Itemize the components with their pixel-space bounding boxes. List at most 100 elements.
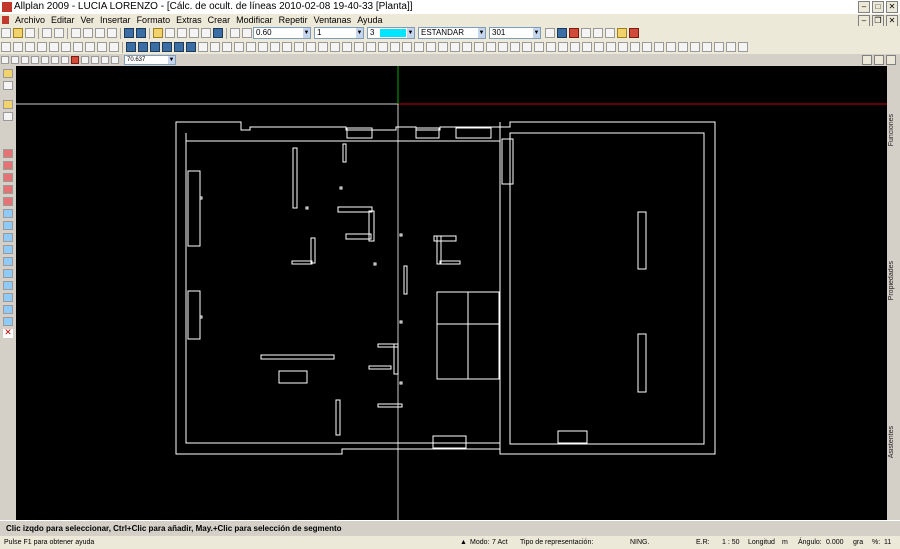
drawing-canvas[interactable]: [16, 66, 887, 520]
pattern-select[interactable]: 301 ▼: [489, 27, 541, 39]
copy-tool-icon[interactable]: [3, 233, 13, 242]
circle-icon[interactable]: [85, 42, 95, 52]
format-painter-icon[interactable]: [107, 28, 117, 38]
line-icon[interactable]: [1, 42, 11, 52]
stair-icon[interactable]: [462, 42, 472, 52]
crosshair-icon[interactable]: [1, 56, 9, 64]
zoom-in-icon[interactable]: [51, 56, 59, 64]
wall-icon[interactable]: [402, 42, 412, 52]
mirror-tool-icon[interactable]: [3, 245, 13, 254]
print-icon[interactable]: [42, 28, 52, 38]
floor-icon[interactable]: [498, 42, 508, 52]
delete-tool-icon[interactable]: ✕: [3, 328, 13, 338]
camera-icon[interactable]: [606, 42, 616, 52]
redo-icon[interactable]: [136, 28, 146, 38]
polyline-icon[interactable]: [25, 42, 35, 52]
zoom-extents-icon[interactable]: [31, 56, 39, 64]
quantity-icon[interactable]: [534, 42, 544, 52]
text-icon[interactable]: [270, 42, 280, 52]
scale-icon[interactable]: [162, 42, 172, 52]
zoom-previous-icon[interactable]: [61, 56, 69, 64]
assistants-tab[interactable]: Asistentes: [888, 426, 895, 458]
line-type-select[interactable]: 1 ▼: [314, 27, 364, 39]
properties-tab[interactable]: Propiedades: [888, 261, 895, 300]
zoom-window-icon[interactable]: [11, 56, 19, 64]
window-icon[interactable]: [189, 28, 199, 38]
paste-icon[interactable]: [95, 28, 105, 38]
offset-icon[interactable]: [186, 42, 196, 52]
modify-format-icon[interactable]: [569, 28, 579, 38]
plan-view-icon[interactable]: [654, 42, 664, 52]
macro-icon[interactable]: [306, 42, 316, 52]
rotate-tool-icon[interactable]: [3, 257, 13, 266]
percent-value[interactable]: 11: [884, 536, 891, 549]
slab-icon[interactable]: [37, 42, 47, 52]
angle-unit[interactable]: gra: [853, 536, 863, 549]
isometric-icon[interactable]: [642, 42, 652, 52]
eyedropper-icon[interactable]: [242, 28, 252, 38]
sphere-icon[interactable]: [73, 42, 83, 52]
animation-icon[interactable]: [582, 42, 592, 52]
extend-icon[interactable]: [210, 42, 220, 52]
length-unit[interactable]: m: [782, 536, 788, 549]
display-icon[interactable]: [593, 28, 603, 38]
cut-icon[interactable]: [71, 28, 81, 38]
screen-icon[interactable]: [738, 42, 748, 52]
label-icon[interactable]: [282, 42, 292, 52]
open-folder-icon[interactable]: [13, 28, 23, 38]
fill-icon[interactable]: [342, 42, 352, 52]
beam-icon[interactable]: [426, 42, 436, 52]
document-icon[interactable]: [0, 14, 12, 26]
join-icon[interactable]: [234, 42, 244, 52]
arc-icon[interactable]: [97, 42, 107, 52]
elevation-tool-icon[interactable]: [3, 69, 13, 78]
cylinder-icon[interactable]: [61, 42, 71, 52]
surface-icon[interactable]: [522, 42, 532, 52]
pan-down-icon[interactable]: [111, 56, 119, 64]
rotate-icon[interactable]: [150, 42, 160, 52]
menu-editar[interactable]: Editar: [48, 14, 78, 26]
menu-ayuda[interactable]: Ayuda: [354, 14, 385, 26]
select-arrow-icon[interactable]: [545, 28, 555, 38]
pan-up-icon[interactable]: [101, 56, 109, 64]
side-view-icon[interactable]: [678, 42, 688, 52]
open-project-icon[interactable]: [165, 28, 175, 38]
properties-icon[interactable]: [557, 28, 567, 38]
layer-select[interactable]: ESTANDAR ▼: [418, 27, 486, 39]
room-icon[interactable]: [486, 42, 496, 52]
pan-right-icon[interactable]: [91, 56, 99, 64]
trim-icon[interactable]: [198, 42, 208, 52]
roof-icon[interactable]: [474, 42, 484, 52]
stretch-icon[interactable]: [174, 42, 184, 52]
dimension-icon[interactable]: [246, 42, 256, 52]
cube-icon[interactable]: [201, 28, 211, 38]
objects-icon[interactable]: [617, 28, 627, 38]
copy-icon[interactable]: [83, 28, 93, 38]
menu-ventanas[interactable]: Ventanas: [311, 14, 355, 26]
save-icon[interactable]: [25, 28, 35, 38]
delete-icon[interactable]: [629, 28, 639, 38]
arc-tool-icon[interactable]: [3, 173, 13, 182]
rectangle-icon[interactable]: [13, 42, 23, 52]
layout-icon[interactable]: [366, 42, 376, 52]
color-select[interactable]: 3 ▼: [367, 27, 415, 39]
window-tile-icon[interactable]: [714, 42, 724, 52]
front-view-icon[interactable]: [666, 42, 676, 52]
elevation-icon[interactable]: [390, 42, 400, 52]
view-close-button[interactable]: [886, 55, 896, 65]
print-preview-icon[interactable]: [54, 28, 64, 38]
stretch-tool-icon[interactable]: [3, 281, 13, 290]
angle-value[interactable]: 0.000: [826, 536, 844, 549]
close-window-button[interactable]: ✕: [886, 1, 898, 13]
perspective-icon[interactable]: [630, 42, 640, 52]
menu-insertar[interactable]: Insertar: [97, 14, 134, 26]
mirror-icon[interactable]: [138, 42, 148, 52]
pattern-icon[interactable]: [330, 42, 340, 52]
mode-value[interactable]: 7 Act: [492, 536, 508, 549]
ceiling-icon[interactable]: [510, 42, 520, 52]
menu-extras[interactable]: Extras: [173, 14, 205, 26]
point-snap-tool-icon[interactable]: [3, 112, 13, 121]
layer-icon[interactable]: [177, 28, 187, 38]
section-icon[interactable]: [378, 42, 388, 52]
menu-archivo[interactable]: Archivo: [12, 14, 48, 26]
